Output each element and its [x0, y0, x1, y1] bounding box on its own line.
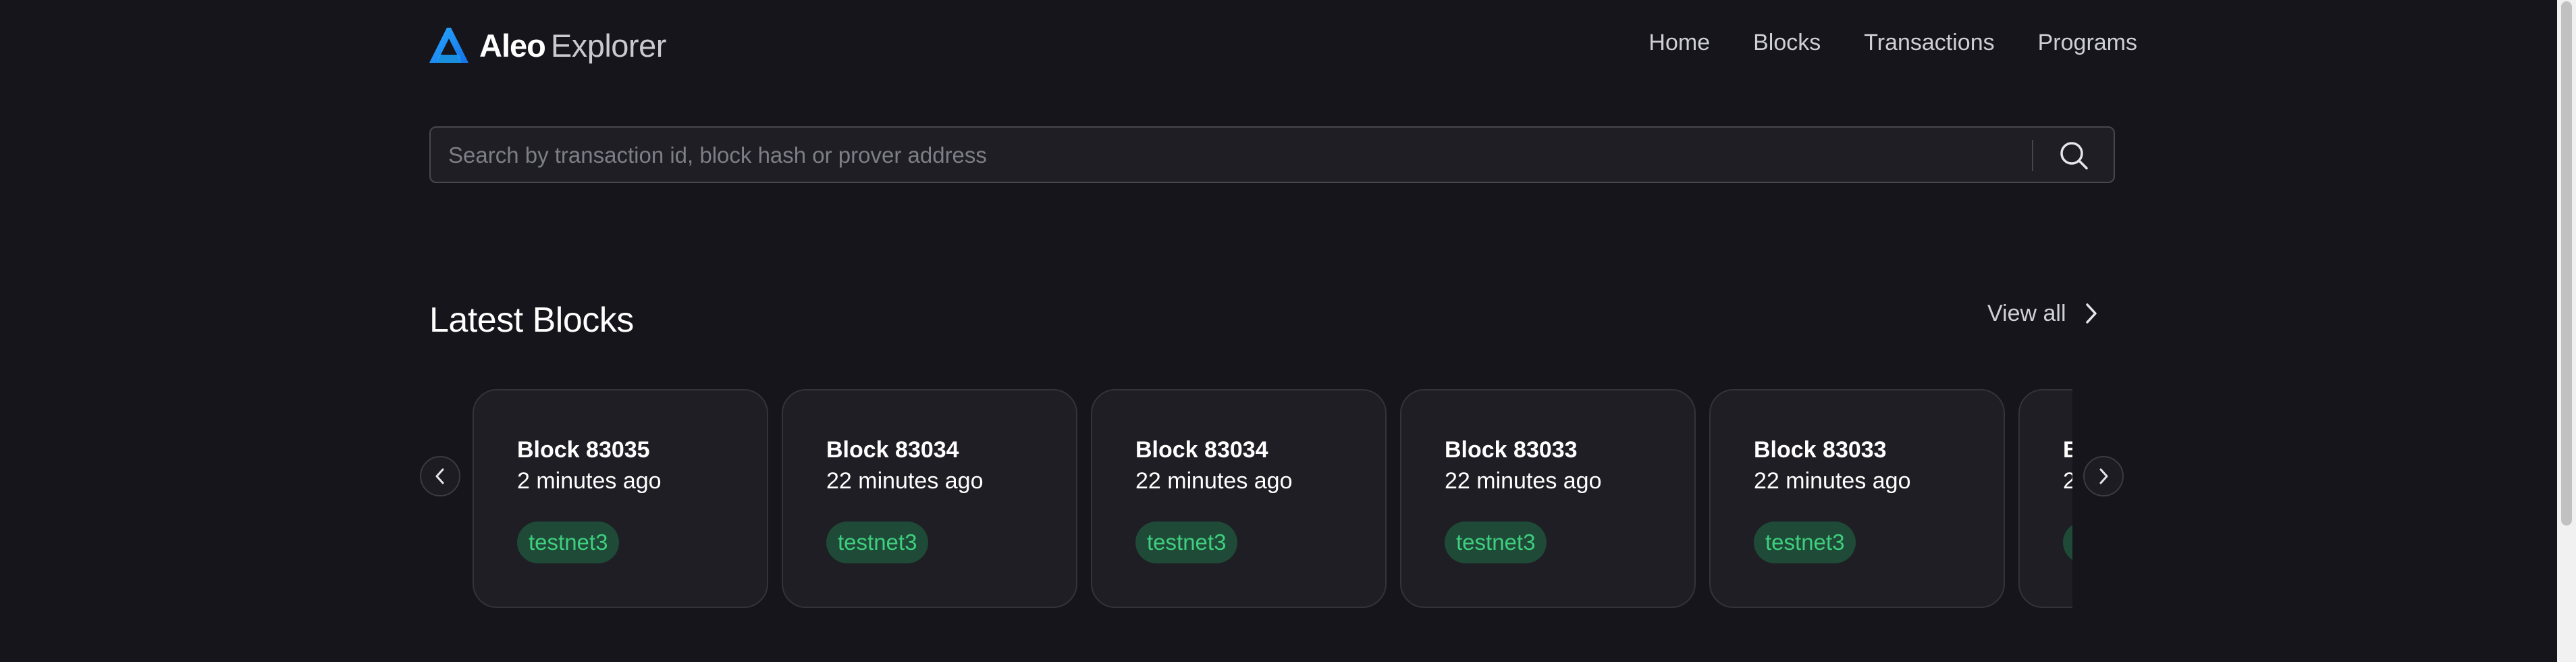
page: Aleo Explorer Home Blocks Transactions P…: [0, 0, 2576, 662]
view-all-link[interactable]: View all: [1987, 299, 2099, 328]
block-card[interactable]: Block 83033 22 minutes ago testnet3: [1709, 389, 2005, 608]
block-card[interactable]: Block 83035 2 minutes ago testnet3: [473, 389, 768, 608]
network-badge: testnet3: [1754, 521, 1856, 563]
chevron-left-icon: [435, 468, 444, 484]
block-number: Block 83034: [826, 437, 959, 463]
scrollbar-thumb[interactable]: [2561, 1, 2572, 526]
network-badge: testnet3: [2063, 521, 2072, 563]
block-time: 22 minutes ago: [2063, 468, 2072, 494]
block-time: 22 minutes ago: [1754, 468, 1911, 494]
search-bar: [429, 126, 2115, 183]
block-time: 2 minutes ago: [517, 468, 662, 494]
nav-home[interactable]: Home: [1648, 30, 1710, 56]
logo[interactable]: Aleo Explorer: [429, 26, 666, 65]
block-card[interactable]: Block 83034 22 minutes ago testnet3: [1091, 389, 1387, 608]
search-input[interactable]: [447, 128, 2029, 183]
block-card[interactable]: Block 83034 22 minutes ago testnet3: [782, 389, 1077, 608]
network-badge: testnet3: [517, 521, 620, 563]
block-number: Block 83035: [517, 437, 650, 463]
block-time: 22 minutes ago: [1135, 468, 1293, 494]
search-divider: [2032, 140, 2033, 171]
network-badge: testnet3: [826, 521, 929, 563]
main-nav: Home Blocks Transactions Programs: [1648, 30, 2137, 56]
network-badge: testnet3: [1135, 521, 1238, 563]
block-number: Block 83033: [1445, 437, 1578, 463]
block-time: 22 minutes ago: [826, 468, 984, 494]
view-all-label: View all: [1987, 300, 2066, 326]
block-number: Block 83034: [1135, 437, 1268, 463]
brand-name: Aleo: [479, 27, 546, 63]
nav-blocks[interactable]: Blocks: [1753, 30, 1821, 56]
blocks-carousel: Block 83035 2 minutes ago testnet3 Block…: [473, 389, 2072, 609]
aleo-logo-icon: [429, 28, 468, 63]
chevron-right-icon: [2084, 302, 2099, 325]
search-icon: [2060, 142, 2088, 170]
page-scrollbar[interactable]: [2557, 0, 2576, 662]
block-card[interactable]: Block 83033 22 minutes ago testnet3: [1400, 389, 1696, 608]
chevron-right-icon: [2099, 468, 2108, 484]
block-number: Block 83033: [1754, 437, 1887, 463]
carousel-next-button[interactable]: [2083, 456, 2124, 496]
network-badge: testnet3: [1445, 521, 1547, 563]
nav-programs[interactable]: Programs: [2038, 30, 2137, 56]
carousel-prev-button[interactable]: [420, 456, 460, 496]
search-button[interactable]: [2047, 136, 2101, 175]
block-number: Block 83032: [2063, 437, 2072, 463]
nav-transactions[interactable]: Transactions: [1864, 30, 1994, 56]
blocks-track: Block 83035 2 minutes ago testnet3 Block…: [473, 389, 2072, 608]
latest-blocks-title: Latest Blocks: [429, 301, 634, 340]
block-time: 22 minutes ago: [1445, 468, 1602, 494]
block-card[interactable]: Block 83032 22 minutes ago testnet3: [2018, 389, 2072, 608]
brand-subtitle: Explorer: [550, 27, 667, 63]
